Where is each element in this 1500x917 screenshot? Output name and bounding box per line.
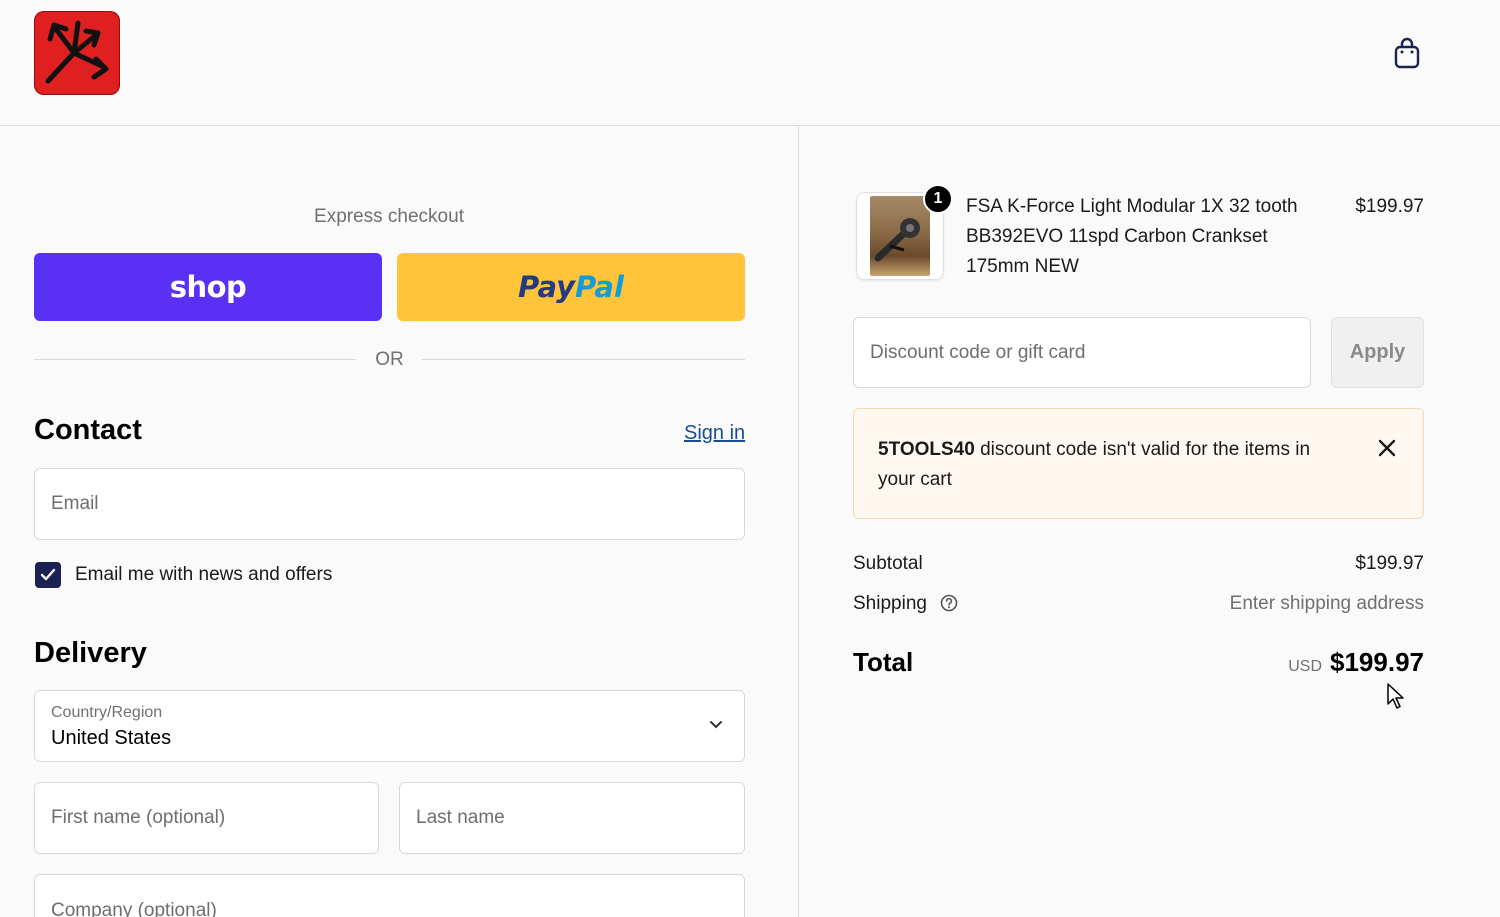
subtotal-label: Subtotal bbox=[853, 553, 923, 574]
shipping-label: Shipping bbox=[853, 593, 927, 614]
total-amount: USD $199.97 bbox=[1288, 647, 1424, 678]
close-icon bbox=[1378, 439, 1396, 457]
newsletter-checkbox[interactable] bbox=[35, 562, 61, 588]
discount-field-container bbox=[853, 317, 1311, 388]
contact-heading: Contact bbox=[34, 414, 142, 446]
alert-code: 5TOOLS40 bbox=[878, 439, 975, 460]
or-line-right bbox=[422, 359, 745, 360]
header bbox=[0, 0, 1500, 126]
newsletter-label: Email me with news and offers bbox=[75, 564, 333, 585]
shipping-value: Enter shipping address bbox=[1229, 593, 1424, 614]
shopping-bag-icon bbox=[1394, 37, 1420, 69]
discount-code-input[interactable] bbox=[854, 318, 1310, 387]
company-input[interactable] bbox=[35, 875, 744, 917]
total-value: $199.97 bbox=[1330, 647, 1424, 677]
quantity-badge: 1 bbox=[923, 184, 953, 214]
delivery-heading: Delivery bbox=[34, 637, 147, 669]
alert-message: 5TOOLS40 discount code isn't valid for t… bbox=[878, 435, 1348, 495]
paypal-label-pay: Pay bbox=[518, 270, 576, 304]
currency-code: USD bbox=[1288, 658, 1323, 675]
product-name: FSA K-Force Light Modular 1X 32 tooth BB… bbox=[966, 196, 1298, 277]
total-label: Total bbox=[853, 647, 914, 677]
discount-error-alert: 5TOOLS40 discount code isn't valid for t… bbox=[853, 408, 1424, 519]
shipping-row: Shipping bbox=[853, 593, 958, 615]
company-container bbox=[34, 874, 745, 917]
apply-discount-button[interactable]: Apply bbox=[1331, 317, 1424, 388]
paypal-button[interactable]: Pay Pal bbox=[397, 253, 745, 321]
subtotal-value: $199.97 bbox=[1355, 553, 1424, 574]
checkmark-icon bbox=[40, 568, 56, 581]
express-checkout-title: Express checkout bbox=[314, 206, 464, 227]
email-input[interactable] bbox=[35, 469, 744, 539]
store-logo[interactable] bbox=[34, 11, 120, 95]
sign-in-link[interactable]: Sign in bbox=[684, 422, 745, 445]
first-name-container bbox=[34, 782, 379, 854]
column-divider bbox=[798, 126, 799, 917]
alert-close-button[interactable] bbox=[1376, 437, 1398, 459]
email-field-container bbox=[34, 468, 745, 540]
chevron-down-icon bbox=[710, 721, 722, 729]
product-image bbox=[870, 196, 930, 276]
product-price: $199.97 bbox=[1355, 196, 1424, 217]
question-circle-icon[interactable] bbox=[940, 594, 958, 612]
or-separator: OR bbox=[34, 347, 745, 373]
country-value: United States bbox=[51, 727, 172, 749]
newsletter-option: Email me with news and offers bbox=[35, 561, 332, 589]
country-label: Country/Region bbox=[51, 704, 163, 721]
last-name-input[interactable] bbox=[400, 783, 744, 853]
cart-button[interactable] bbox=[1390, 36, 1424, 70]
shop-pay-label: shop bbox=[169, 270, 247, 304]
first-name-input[interactable] bbox=[35, 783, 378, 853]
paypal-label-pal: Pal bbox=[575, 270, 624, 304]
mouse-cursor-icon bbox=[1387, 683, 1404, 709]
last-name-container bbox=[399, 782, 745, 854]
or-label: OR bbox=[375, 349, 404, 370]
shop-pay-button[interactable]: shop bbox=[34, 253, 382, 321]
arrows-logo-icon bbox=[45, 20, 109, 84]
country-select[interactable]: Country/Region United States bbox=[34, 690, 745, 762]
